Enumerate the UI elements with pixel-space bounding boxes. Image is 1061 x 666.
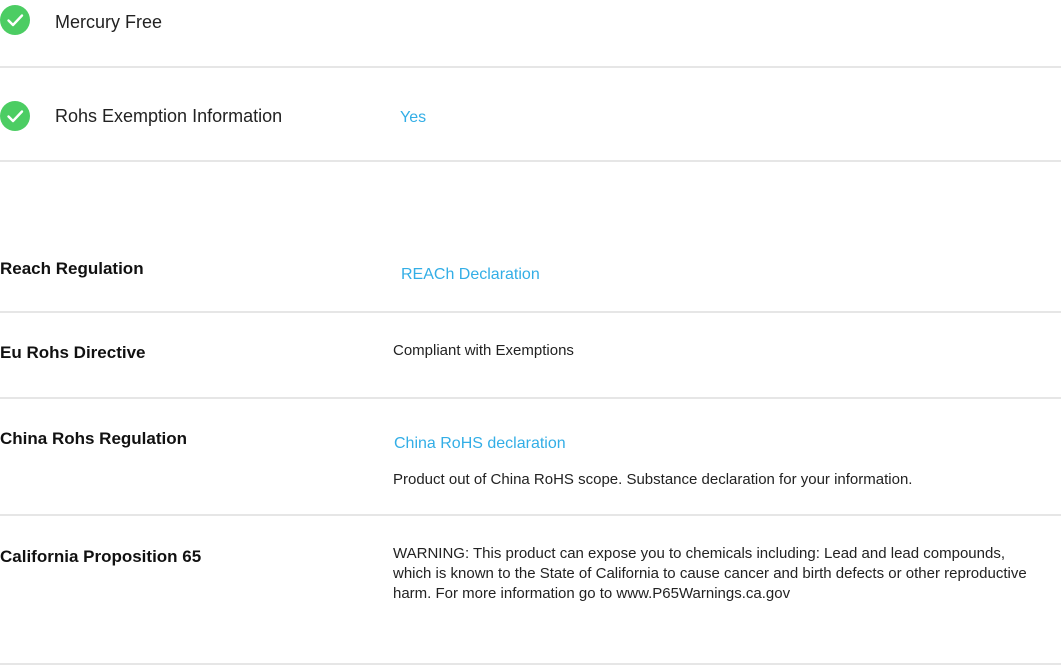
rohs-exemption-yes-link[interactable]: Yes <box>400 108 426 128</box>
divider <box>0 160 1061 162</box>
divider <box>0 66 1061 68</box>
check-circle-icon <box>0 5 30 35</box>
china-rohs-regulation-label: China Rohs Regulation <box>0 429 187 448</box>
eu-rohs-directive-value: Compliant with Exemptions <box>393 342 574 359</box>
california-prop65-label: California Proposition 65 <box>0 547 202 566</box>
california-prop65-warning: WARNING: This product can expose you to … <box>393 545 1027 602</box>
reach-regulation-label: Reach Regulation <box>0 259 144 278</box>
reach-declaration-link[interactable]: REACh Declaration <box>401 265 540 285</box>
divider <box>0 663 1061 665</box>
check-circle-icon <box>0 101 30 131</box>
env-label-rohs-exemption: Rohs Exemption Information <box>55 106 283 126</box>
divider <box>0 311 1061 313</box>
china-rohs-declaration-link[interactable]: China RoHS declaration <box>394 434 566 454</box>
env-label-mercury-free: Mercury Free <box>55 12 163 32</box>
divider <box>0 397 1061 399</box>
eu-rohs-directive-label: Eu Rohs Directive <box>0 343 146 362</box>
divider <box>0 514 1061 516</box>
china-rohs-note: Product out of China RoHS scope. Substan… <box>393 471 913 488</box>
